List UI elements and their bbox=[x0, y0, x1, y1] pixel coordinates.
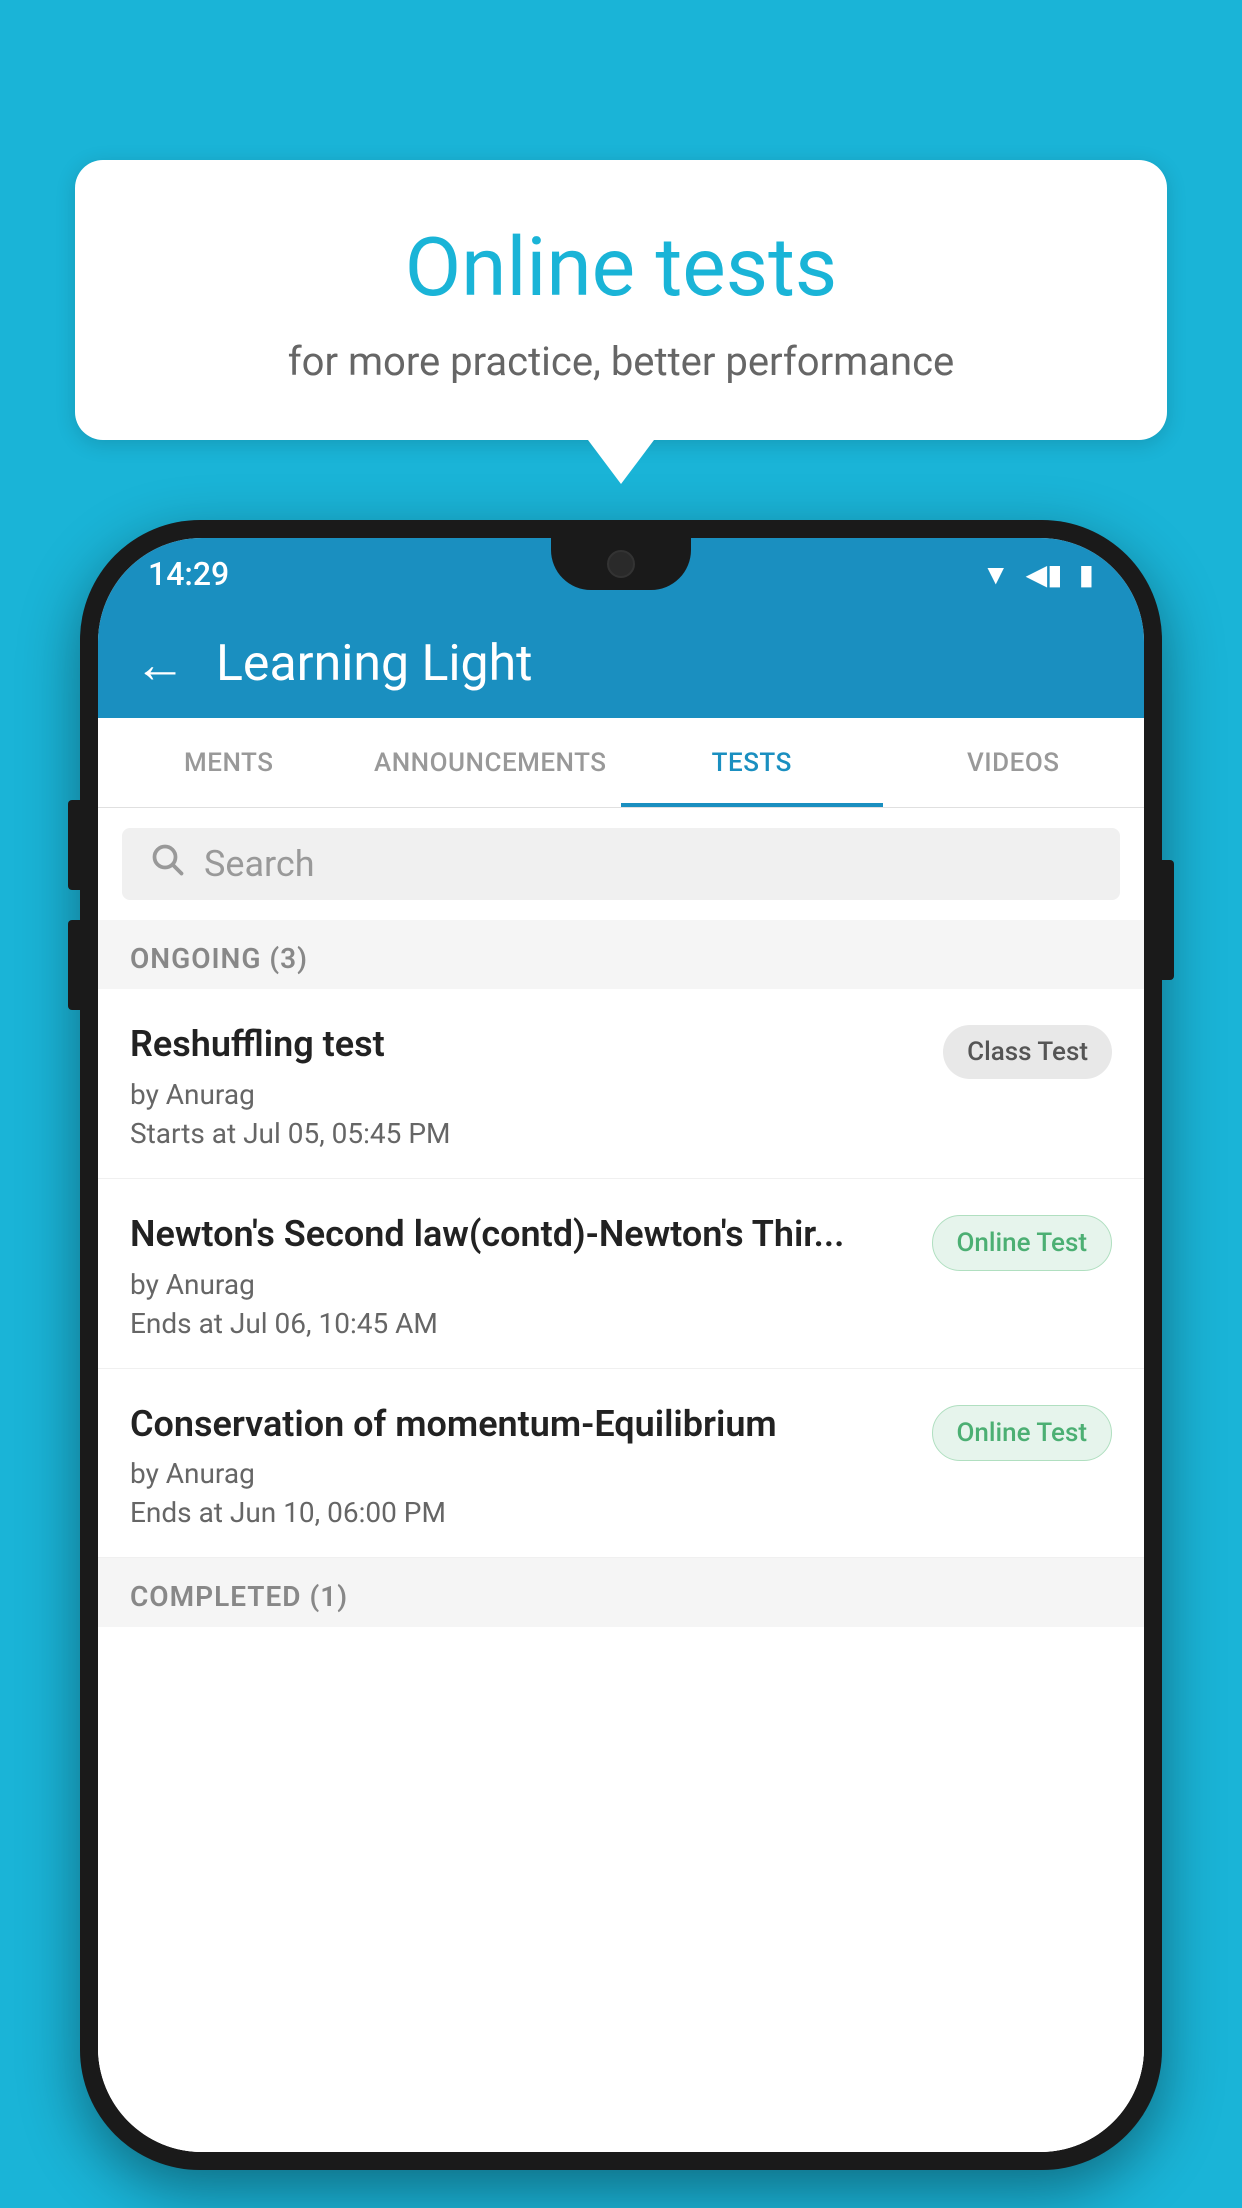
test-item-2[interactable]: Newton's Second law(contd)-Newton's Thir… bbox=[98, 1179, 1144, 1369]
back-button[interactable]: ← bbox=[134, 634, 186, 695]
test-date-1: Starts at Jul 05, 05:45 PM bbox=[130, 1117, 923, 1150]
tab-videos[interactable]: VIDEOS bbox=[883, 718, 1145, 807]
test-author-2: by Anurag bbox=[130, 1268, 912, 1301]
search-placeholder-text: Search bbox=[204, 843, 315, 885]
content-area: Search ONGOING (3) Reshuffling test by A… bbox=[98, 808, 1144, 2152]
test-info-2: Newton's Second law(contd)-Newton's Thir… bbox=[130, 1211, 912, 1340]
wifi-icon: ▼ bbox=[982, 558, 1010, 591]
phone-button-vol-down bbox=[68, 920, 80, 1010]
phone-button-power bbox=[1162, 860, 1174, 980]
test-name-2: Newton's Second law(contd)-Newton's Thir… bbox=[130, 1211, 912, 1258]
search-input[interactable]: Search bbox=[122, 828, 1120, 900]
test-info-1: Reshuffling test by Anurag Starts at Jul… bbox=[130, 1021, 923, 1150]
test-badge-1: Class Test bbox=[943, 1025, 1112, 1079]
phone-screen: 14:29 ▼ ◀▮ ▮ ← Learning Light MENTS ANNO… bbox=[98, 538, 1144, 2152]
tabs-bar: MENTS ANNOUNCEMENTS TESTS VIDEOS bbox=[98, 718, 1144, 808]
tab-announcements[interactable]: ANNOUNCEMENTS bbox=[360, 718, 622, 807]
test-list: Reshuffling test by Anurag Starts at Jul… bbox=[98, 989, 1144, 2152]
tab-ments[interactable]: MENTS bbox=[98, 718, 360, 807]
hero-title: Online tests bbox=[115, 220, 1127, 316]
phone-frame: 14:29 ▼ ◀▮ ▮ ← Learning Light MENTS ANNO… bbox=[80, 520, 1162, 2208]
battery-icon: ▮ bbox=[1079, 558, 1094, 591]
speech-bubble: Online tests for more practice, better p… bbox=[75, 160, 1167, 440]
test-info-3: Conservation of momentum-Equilibrium by … bbox=[130, 1401, 912, 1530]
phone-outer: 14:29 ▼ ◀▮ ▮ ← Learning Light MENTS ANNO… bbox=[80, 520, 1162, 2170]
test-badge-3: Online Test bbox=[932, 1405, 1113, 1461]
test-name-3: Conservation of momentum-Equilibrium bbox=[130, 1401, 912, 1448]
status-icons: ▼ ◀▮ ▮ bbox=[982, 558, 1094, 591]
hero-subtitle: for more practice, better performance bbox=[115, 338, 1127, 385]
signal-icon: ◀▮ bbox=[1026, 558, 1063, 591]
app-title: Learning Light bbox=[216, 635, 533, 693]
search-icon bbox=[150, 842, 186, 887]
test-author-1: by Anurag bbox=[130, 1078, 923, 1111]
phone-button-vol-up bbox=[68, 800, 80, 890]
search-container: Search bbox=[98, 808, 1144, 920]
test-item-3[interactable]: Conservation of momentum-Equilibrium by … bbox=[98, 1369, 1144, 1559]
test-date-3: Ends at Jun 10, 06:00 PM bbox=[130, 1496, 912, 1529]
phone-camera bbox=[607, 550, 635, 578]
test-author-3: by Anurag bbox=[130, 1457, 912, 1490]
phone-notch bbox=[551, 538, 691, 590]
app-bar: ← Learning Light bbox=[98, 610, 1144, 718]
completed-section-header: COMPLETED (1) bbox=[98, 1558, 1144, 1627]
test-item-1[interactable]: Reshuffling test by Anurag Starts at Jul… bbox=[98, 989, 1144, 1179]
test-date-2: Ends at Jul 06, 10:45 AM bbox=[130, 1307, 912, 1340]
test-badge-2: Online Test bbox=[932, 1215, 1113, 1271]
ongoing-section-header: ONGOING (3) bbox=[98, 920, 1144, 989]
tab-tests[interactable]: TESTS bbox=[621, 718, 883, 807]
test-name-1: Reshuffling test bbox=[130, 1021, 923, 1068]
